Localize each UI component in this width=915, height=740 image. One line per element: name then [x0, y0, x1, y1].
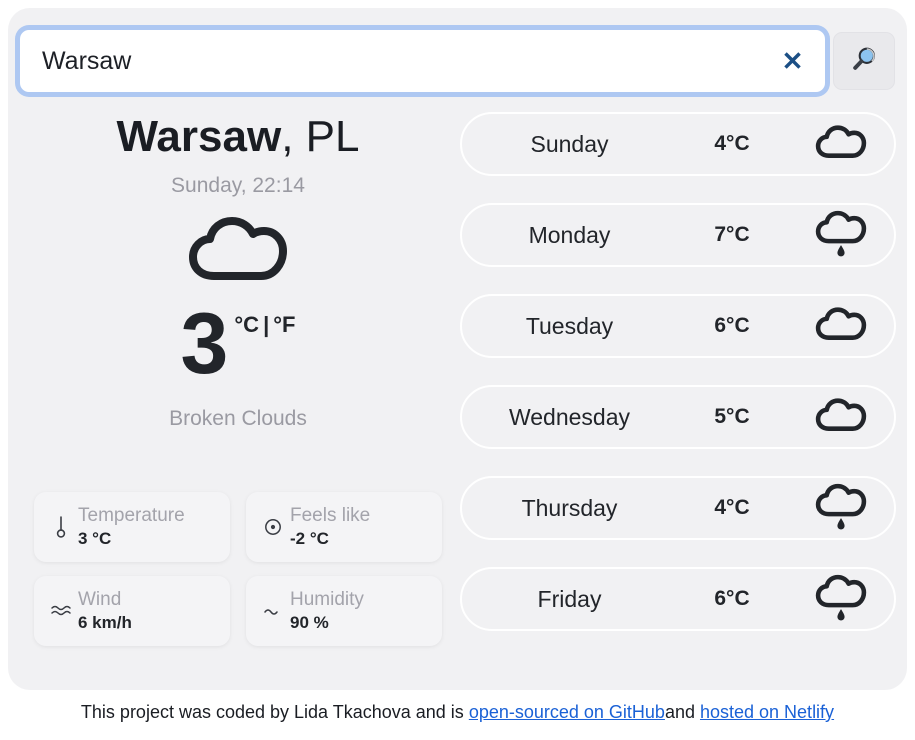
netlify-link[interactable]: hosted on Netlify — [700, 702, 834, 722]
city-country: , PL — [281, 112, 360, 161]
forecast-row[interactable]: Monday 7°C — [460, 203, 896, 267]
forecast-temp: 7°C — [714, 223, 750, 246]
forecast-row[interactable]: Sunday 4°C — [460, 112, 896, 176]
detail-value: 6 km/h — [78, 612, 132, 632]
forecast-day: Wednesday — [508, 403, 631, 430]
current-temperature-value: 3 — [180, 296, 229, 393]
current-datetime: Sunday, 22:14 — [171, 174, 305, 198]
forecast-day: Tuesday — [525, 312, 614, 339]
forecast-list: Sunday 4°C Monday 7°C Tuesday 6°C Wednes… — [460, 112, 896, 658]
detail-tile-temperature: Temperature 3 °C — [34, 492, 230, 562]
search-submit-button[interactable] — [833, 32, 895, 90]
clear-search-button[interactable]: ✕ — [774, 48, 812, 74]
forecast-temp: 6°C — [714, 314, 750, 337]
forecast-day: Thursday — [521, 494, 618, 521]
forecast-day: Monday — [528, 221, 611, 248]
forecast-temp: 4°C — [714, 132, 750, 155]
current-temperature-row: 3 °C | °F — [18, 296, 458, 393]
detail-label: Temperature — [78, 505, 185, 527]
rain-cloud-icon — [787, 574, 894, 624]
detail-tile-humidity: Humidity 90 % — [246, 576, 442, 646]
current-weather-panel: Warsaw, PL Sunday, 22:14 3 °C | °F Broken … — [18, 104, 458, 664]
forecast-row[interactable]: Thursday 4°C — [460, 476, 896, 540]
search-input-wrapper[interactable]: ✕ — [20, 30, 826, 92]
github-link[interactable]: open-sourced on GitHub — [469, 702, 665, 722]
forecast-temp: 5°C — [714, 405, 750, 428]
detail-label: Humidity — [290, 589, 364, 611]
detail-value: -2 °C — [290, 528, 329, 548]
city-heading: Warsaw, PL — [18, 112, 458, 161]
target-icon — [260, 517, 286, 537]
current-weather-icon-wrapper — [18, 214, 458, 294]
celsius-link[interactable]: °C — [234, 312, 259, 337]
footer-text-middle: and — [664, 702, 700, 722]
detail-label: Feels like — [290, 505, 371, 527]
footer-text-before: This project was coded by Lida Tkachova … — [80, 702, 469, 722]
search-input[interactable] — [42, 46, 774, 76]
rain-cloud-icon — [787, 210, 894, 260]
unit-switch: °C | °F — [234, 312, 295, 338]
detail-tile-wind: Wind 6 km/h — [34, 576, 230, 646]
forecast-row[interactable]: Friday 6°C — [460, 567, 896, 631]
unit-separator: | — [263, 312, 270, 338]
humidity-tilde-icon — [260, 602, 286, 620]
detail-value: 90 % — [290, 612, 329, 632]
footer: This project was coded by Lida Tkachova … — [0, 702, 915, 723]
forecast-row[interactable]: Wednesday 5°C — [460, 385, 896, 449]
forecast-temp: 4°C — [714, 496, 750, 519]
magnifier-icon — [849, 45, 879, 78]
detail-tile-feels-like: Feels like -2 °C — [246, 492, 442, 562]
search-form: ✕ — [20, 30, 895, 92]
weather-app-card: ✕ Warsaw, PL Sunday, 22:14 — [8, 8, 907, 690]
cloud-icon — [787, 395, 894, 439]
fahrenheit-link[interactable]: °F — [273, 312, 295, 337]
forecast-day: Sunday — [530, 130, 609, 157]
detail-value: 3 °C — [78, 528, 112, 548]
forecast-day: Friday — [537, 585, 602, 612]
current-description: Broken Clouds — [169, 407, 307, 431]
cloud-icon — [183, 214, 293, 294]
weather-body: Warsaw, PL Sunday, 22:14 3 °C | °F Broken … — [8, 104, 907, 674]
weather-details-grid: Temperature 3 °C Feels like -2 °C Wind 6… — [34, 492, 454, 646]
wind-waves-icon — [48, 601, 74, 621]
detail-label: Wind — [78, 589, 122, 611]
forecast-temp: 6°C — [714, 587, 750, 610]
forecast-row[interactable]: Tuesday 6°C — [460, 294, 896, 358]
cloud-icon — [787, 304, 894, 348]
rain-cloud-icon — [787, 483, 894, 533]
cloud-icon — [787, 122, 894, 166]
thermometer-icon — [48, 514, 74, 540]
city-name: Warsaw — [116, 112, 282, 161]
